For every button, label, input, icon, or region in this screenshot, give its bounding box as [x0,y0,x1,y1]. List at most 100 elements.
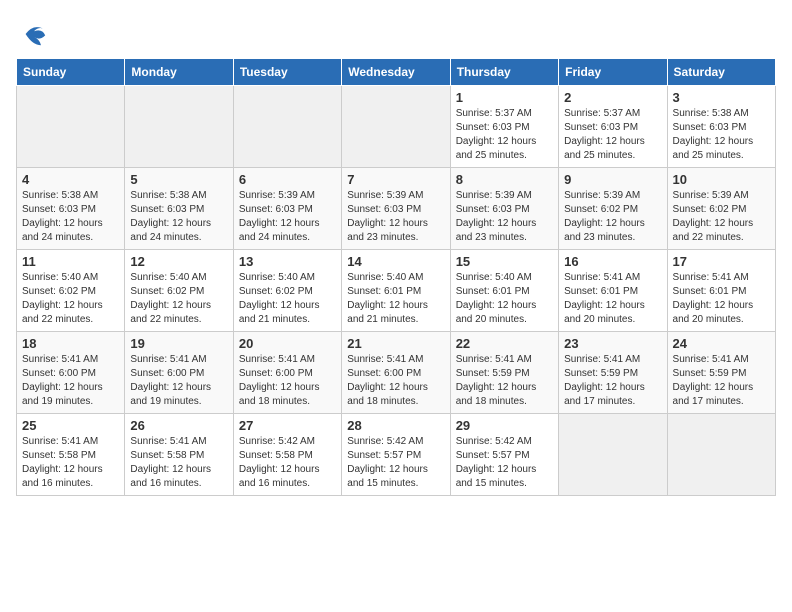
logo-icon [20,20,48,48]
calendar-cell: 2 Sunrise: 5:37 AM Sunset: 6:03 PM Daylig… [559,86,667,168]
calendar-cell: 18 Sunrise: 5:41 AM Sunset: 6:00 PM Dayli… [17,332,125,414]
day-info: Sunrise: 5:41 AM Sunset: 5:59 PM Dayligh… [673,353,770,409]
day-number: 20 [239,336,336,351]
calendar-cell: 23 Sunrise: 5:41 AM Sunset: 5:59 PM Dayli… [559,332,667,414]
week-row-3: 11 Sunrise: 5:40 AM Sunset: 6:02 PM Dayli… [17,250,776,332]
calendar-cell: 28 Sunrise: 5:42 AM Sunset: 5:57 PM Dayli… [342,414,450,496]
day-number: 19 [130,336,227,351]
day-number: 1 [456,90,553,105]
day-number: 29 [456,418,553,433]
day-info: Sunrise: 5:41 AM Sunset: 6:01 PM Dayligh… [673,271,770,327]
day-info: Sunrise: 5:41 AM Sunset: 6:01 PM Dayligh… [564,271,661,327]
day-number: 22 [456,336,553,351]
day-info: Sunrise: 5:39 AM Sunset: 6:03 PM Dayligh… [456,189,553,245]
day-info: Sunrise: 5:41 AM Sunset: 6:00 PM Dayligh… [239,353,336,409]
day-number: 26 [130,418,227,433]
calendar-cell: 29 Sunrise: 5:42 AM Sunset: 5:57 PM Dayli… [450,414,558,496]
day-info: Sunrise: 5:41 AM Sunset: 5:59 PM Dayligh… [456,353,553,409]
day-info: Sunrise: 5:40 AM Sunset: 6:01 PM Dayligh… [347,271,444,327]
weekday-header-tuesday: Tuesday [233,59,341,86]
weekday-header-saturday: Saturday [667,59,775,86]
calendar-cell: 9 Sunrise: 5:39 AM Sunset: 6:02 PM Daylig… [559,168,667,250]
calendar-cell: 27 Sunrise: 5:42 AM Sunset: 5:58 PM Dayli… [233,414,341,496]
weekday-header-row: SundayMondayTuesdayWednesdayThursdayFrid… [17,59,776,86]
calendar-cell [233,86,341,168]
calendar-cell: 10 Sunrise: 5:39 AM Sunset: 6:02 PM Dayli… [667,168,775,250]
day-number: 8 [456,172,553,187]
day-info: Sunrise: 5:38 AM Sunset: 6:03 PM Dayligh… [130,189,227,245]
day-info: Sunrise: 5:40 AM Sunset: 6:02 PM Dayligh… [130,271,227,327]
day-number: 3 [673,90,770,105]
day-number: 10 [673,172,770,187]
day-info: Sunrise: 5:40 AM Sunset: 6:01 PM Dayligh… [456,271,553,327]
day-number: 27 [239,418,336,433]
day-info: Sunrise: 5:41 AM Sunset: 6:00 PM Dayligh… [130,353,227,409]
calendar-cell: 8 Sunrise: 5:39 AM Sunset: 6:03 PM Daylig… [450,168,558,250]
day-info: Sunrise: 5:38 AM Sunset: 6:03 PM Dayligh… [673,107,770,163]
weekday-header-wednesday: Wednesday [342,59,450,86]
weekday-header-thursday: Thursday [450,59,558,86]
day-number: 18 [22,336,119,351]
day-info: Sunrise: 5:41 AM Sunset: 5:58 PM Dayligh… [130,435,227,491]
calendar-cell [559,414,667,496]
calendar-cell: 13 Sunrise: 5:40 AM Sunset: 6:02 PM Dayli… [233,250,341,332]
day-info: Sunrise: 5:42 AM Sunset: 5:57 PM Dayligh… [347,435,444,491]
day-number: 24 [673,336,770,351]
day-number: 4 [22,172,119,187]
day-number: 2 [564,90,661,105]
day-info: Sunrise: 5:38 AM Sunset: 6:03 PM Dayligh… [22,189,119,245]
calendar-cell: 17Sunrise: 5:41 AM Sunset: 6:01 PM Dayli… [667,250,775,332]
calendar-cell: 24 Sunrise: 5:41 AM Sunset: 5:59 PM Dayli… [667,332,775,414]
calendar-cell: 20 Sunrise: 5:41 AM Sunset: 6:00 PM Dayli… [233,332,341,414]
calendar-cell [17,86,125,168]
day-number: 25 [22,418,119,433]
day-info: Sunrise: 5:41 AM Sunset: 5:58 PM Dayligh… [22,435,119,491]
day-info: Sunrise: 5:42 AM Sunset: 5:57 PM Dayligh… [456,435,553,491]
weekday-header-monday: Monday [125,59,233,86]
day-info: Sunrise: 5:39 AM Sunset: 6:02 PM Dayligh… [673,189,770,245]
calendar-cell: 11 Sunrise: 5:40 AM Sunset: 6:02 PM Dayli… [17,250,125,332]
calendar-cell: 5 Sunrise: 5:38 AM Sunset: 6:03 PM Daylig… [125,168,233,250]
weekday-header-friday: Friday [559,59,667,86]
logo [16,20,48,48]
calendar-cell [125,86,233,168]
day-number: 5 [130,172,227,187]
calendar: SundayMondayTuesdayWednesdayThursdayFrid… [16,58,776,496]
calendar-cell [342,86,450,168]
calendar-cell: 19 Sunrise: 5:41 AM Sunset: 6:00 PM Dayli… [125,332,233,414]
day-number: 28 [347,418,444,433]
day-info: Sunrise: 5:41 AM Sunset: 6:00 PM Dayligh… [22,353,119,409]
day-number: 6 [239,172,336,187]
calendar-cell: 7Sunrise: 5:39 AM Sunset: 6:03 PM Daylig… [342,168,450,250]
day-info: Sunrise: 5:40 AM Sunset: 6:02 PM Dayligh… [239,271,336,327]
calendar-cell: 25 Sunrise: 5:41 AM Sunset: 5:58 PM Dayli… [17,414,125,496]
calendar-cell: 1 Sunrise: 5:37 AM Sunset: 6:03 PM Daylig… [450,86,558,168]
day-info: Sunrise: 5:41 AM Sunset: 5:59 PM Dayligh… [564,353,661,409]
day-number: 14 [347,254,444,269]
week-row-1: 1 Sunrise: 5:37 AM Sunset: 6:03 PM Daylig… [17,86,776,168]
day-number: 9 [564,172,661,187]
day-number: 7 [347,172,444,187]
calendar-cell [667,414,775,496]
day-info: Sunrise: 5:41 AM Sunset: 6:00 PM Dayligh… [347,353,444,409]
day-info: Sunrise: 5:39 AM Sunset: 6:02 PM Dayligh… [564,189,661,245]
day-info: Sunrise: 5:42 AM Sunset: 5:58 PM Dayligh… [239,435,336,491]
day-number: 12 [130,254,227,269]
day-info: Sunrise: 5:40 AM Sunset: 6:02 PM Dayligh… [22,271,119,327]
day-info: Sunrise: 5:39 AM Sunset: 6:03 PM Dayligh… [239,189,336,245]
day-info: Sunrise: 5:37 AM Sunset: 6:03 PM Dayligh… [564,107,661,163]
day-number: 23 [564,336,661,351]
week-row-4: 18 Sunrise: 5:41 AM Sunset: 6:00 PM Dayli… [17,332,776,414]
day-info: Sunrise: 5:37 AM Sunset: 6:03 PM Dayligh… [456,107,553,163]
day-number: 11 [22,254,119,269]
calendar-cell: 3 Sunrise: 5:38 AM Sunset: 6:03 PM Daylig… [667,86,775,168]
calendar-cell: 15Sunrise: 5:40 AM Sunset: 6:01 PM Dayli… [450,250,558,332]
calendar-cell: 12 Sunrise: 5:40 AM Sunset: 6:02 PM Dayli… [125,250,233,332]
calendar-cell: 21Sunrise: 5:41 AM Sunset: 6:00 PM Dayli… [342,332,450,414]
calendar-cell: 4 Sunrise: 5:38 AM Sunset: 6:03 PM Daylig… [17,168,125,250]
calendar-cell: 14 Sunrise: 5:40 AM Sunset: 6:01 PM Dayli… [342,250,450,332]
day-number: 16 [564,254,661,269]
header [16,16,776,48]
week-row-2: 4 Sunrise: 5:38 AM Sunset: 6:03 PM Daylig… [17,168,776,250]
day-number: 13 [239,254,336,269]
